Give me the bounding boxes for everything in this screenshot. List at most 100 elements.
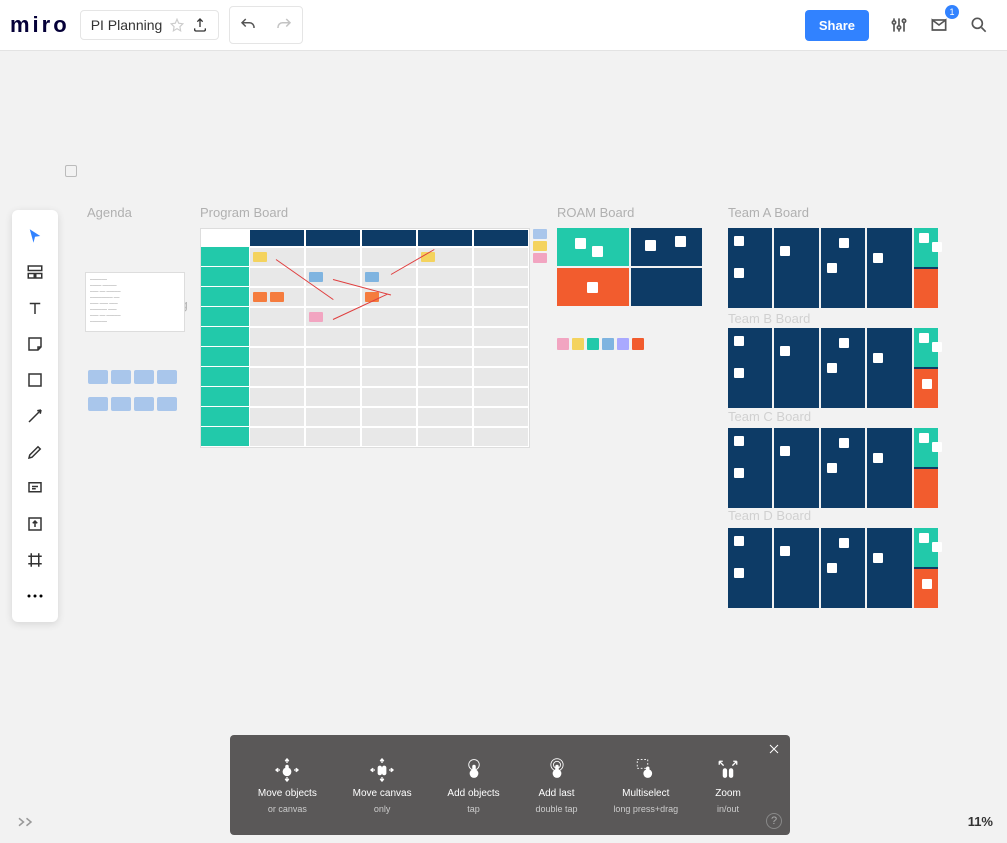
legend-item[interactable] bbox=[617, 338, 629, 350]
board-note[interactable] bbox=[932, 442, 942, 452]
board-note[interactable] bbox=[839, 238, 849, 248]
board-note[interactable] bbox=[839, 338, 849, 348]
board-note[interactable] bbox=[919, 533, 929, 543]
sticky-note[interactable] bbox=[309, 312, 323, 322]
roam-note[interactable] bbox=[675, 236, 686, 247]
redo-button[interactable] bbox=[266, 7, 302, 43]
board-note[interactable] bbox=[919, 433, 929, 443]
notifications-icon[interactable]: 1 bbox=[921, 7, 957, 43]
roam-note[interactable] bbox=[592, 246, 603, 257]
legend-item[interactable] bbox=[602, 338, 614, 350]
side-note[interactable] bbox=[533, 241, 547, 251]
upload-tool[interactable] bbox=[16, 506, 54, 542]
board-note[interactable] bbox=[734, 336, 744, 346]
board-note[interactable] bbox=[919, 333, 929, 343]
backlog-item[interactable] bbox=[134, 397, 154, 411]
board-note[interactable] bbox=[734, 368, 744, 378]
roam-cell-mitigated[interactable] bbox=[631, 268, 703, 306]
roam-cell-owned[interactable] bbox=[631, 228, 703, 266]
board-note[interactable] bbox=[932, 342, 942, 352]
frame-tool[interactable] bbox=[16, 542, 54, 578]
search-icon[interactable] bbox=[961, 7, 997, 43]
roam-note[interactable] bbox=[575, 238, 586, 249]
cursor-tool[interactable] bbox=[16, 218, 54, 254]
board-note[interactable] bbox=[873, 353, 883, 363]
board-note[interactable] bbox=[922, 579, 932, 589]
side-note[interactable] bbox=[533, 253, 547, 263]
board-note[interactable] bbox=[873, 453, 883, 463]
legend-item[interactable] bbox=[587, 338, 599, 350]
board-note[interactable] bbox=[734, 268, 744, 278]
favorite-icon[interactable] bbox=[170, 18, 184, 32]
help-icon[interactable]: ? bbox=[766, 813, 782, 829]
zoom-level[interactable]: 11% bbox=[968, 814, 993, 829]
board-note[interactable] bbox=[780, 546, 790, 556]
backlog-item[interactable] bbox=[88, 370, 108, 384]
team-board-d[interactable] bbox=[728, 528, 938, 608]
roam-cell-accepted[interactable] bbox=[557, 268, 629, 306]
backlog-item[interactable] bbox=[111, 370, 131, 384]
undo-button[interactable] bbox=[230, 7, 266, 43]
roam-note[interactable] bbox=[645, 240, 656, 251]
program-board[interactable] bbox=[200, 228, 530, 448]
backlog-item[interactable] bbox=[157, 370, 177, 384]
board-note[interactable] bbox=[780, 446, 790, 456]
board-note[interactable] bbox=[734, 536, 744, 546]
sticky-note[interactable] bbox=[253, 292, 267, 302]
side-note[interactable] bbox=[533, 229, 547, 239]
legend-item[interactable] bbox=[572, 338, 584, 350]
comment-tool[interactable] bbox=[16, 470, 54, 506]
sticky-note[interactable] bbox=[253, 252, 267, 262]
backlog-item[interactable] bbox=[134, 370, 154, 384]
canvas[interactable]: Agenda Program Board Program Backlog ROA… bbox=[0, 50, 1007, 843]
board-note[interactable] bbox=[827, 463, 837, 473]
board-note[interactable] bbox=[839, 438, 849, 448]
board-note[interactable] bbox=[734, 236, 744, 246]
board-title-box[interactable]: PI Planning bbox=[80, 10, 220, 40]
board-note[interactable] bbox=[873, 553, 883, 563]
team-board-b[interactable] bbox=[728, 328, 938, 408]
roam-cell-resolved[interactable] bbox=[557, 228, 629, 266]
export-icon[interactable] bbox=[192, 17, 208, 33]
board-note[interactable] bbox=[827, 263, 837, 273]
pen-tool[interactable] bbox=[16, 434, 54, 470]
agenda-card[interactable]: ────────── ──────── ── ───────────── ───… bbox=[85, 272, 185, 332]
board-note[interactable] bbox=[932, 542, 942, 552]
backlog-item[interactable] bbox=[88, 397, 108, 411]
board-note[interactable] bbox=[922, 379, 932, 389]
backlog-item[interactable] bbox=[111, 397, 131, 411]
board-note[interactable] bbox=[780, 346, 790, 356]
legend-item[interactable] bbox=[557, 338, 569, 350]
program-backlog[interactable] bbox=[88, 370, 188, 420]
miro-logo[interactable]: miro bbox=[10, 12, 70, 38]
shape-tool[interactable] bbox=[16, 362, 54, 398]
templates-tool[interactable] bbox=[16, 254, 54, 290]
settings-icon[interactable] bbox=[881, 7, 917, 43]
share-button[interactable]: Share bbox=[805, 10, 869, 41]
sticky-note[interactable] bbox=[365, 272, 379, 282]
legend-item[interactable] bbox=[632, 338, 644, 350]
board-note[interactable] bbox=[827, 363, 837, 373]
roam-board[interactable] bbox=[557, 228, 702, 306]
board-note[interactable] bbox=[873, 253, 883, 263]
board-note[interactable] bbox=[780, 246, 790, 256]
text-tool[interactable] bbox=[16, 290, 54, 326]
board-note[interactable] bbox=[734, 436, 744, 446]
team-board-a[interactable] bbox=[728, 228, 938, 308]
more-tools[interactable] bbox=[16, 578, 54, 614]
team-board-c[interactable] bbox=[728, 428, 938, 508]
board-note[interactable] bbox=[734, 568, 744, 578]
sticky-note[interactable] bbox=[309, 272, 323, 282]
backlog-item[interactable] bbox=[157, 397, 177, 411]
board-note[interactable] bbox=[839, 538, 849, 548]
board-note[interactable] bbox=[932, 242, 942, 252]
expand-panel-icon[interactable] bbox=[16, 815, 34, 829]
board-note[interactable] bbox=[919, 233, 929, 243]
sticky-note[interactable] bbox=[270, 292, 284, 302]
sticky-tool[interactable] bbox=[16, 326, 54, 362]
board-note[interactable] bbox=[734, 468, 744, 478]
close-icon[interactable] bbox=[768, 743, 780, 755]
roam-note[interactable] bbox=[587, 282, 598, 293]
line-tool[interactable] bbox=[16, 398, 54, 434]
canvas-checkbox[interactable] bbox=[65, 165, 77, 177]
